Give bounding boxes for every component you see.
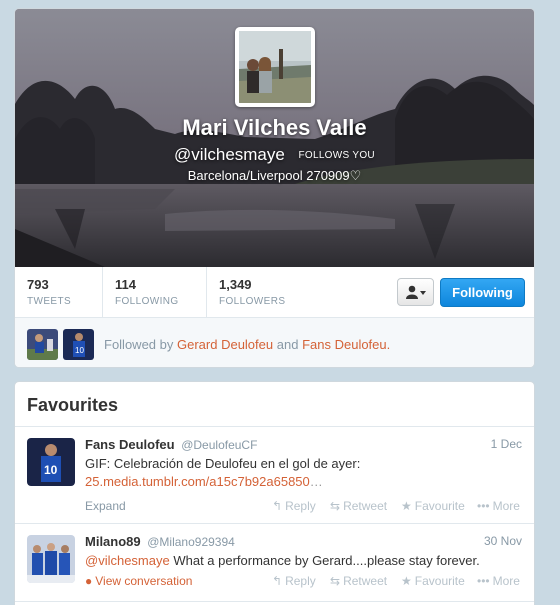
favourite-label: Favourite — [414, 574, 465, 588]
favourite-action[interactable]: ★ Favourite — [401, 574, 465, 588]
tweet-timestamp[interactable]: 1 Dec — [491, 437, 522, 451]
followed-by-link-fans[interactable]: Fans Deulofeu — [302, 337, 387, 352]
reply-action[interactable]: ↰ Reply — [272, 499, 316, 513]
stat-followers-count: 1,349 — [219, 277, 252, 292]
tweet-author-name[interactable]: Milano89 — [85, 534, 141, 549]
profile-avatar[interactable] — [235, 27, 315, 107]
more-action[interactable]: ••• More — [477, 499, 520, 513]
favourites-card: Favourites 10 Fans Deulofeu @DeulofeuCF … — [14, 381, 535, 605]
followed-by-conjunction: and — [276, 337, 299, 352]
retweet-icon: ⇆ — [330, 499, 341, 513]
tweet-mention[interactable]: @vilchesmaye — [85, 553, 170, 568]
reply-icon: ↰ — [272, 574, 283, 588]
screen-name: @vilchesmaye — [174, 145, 285, 164]
user-dropdown-icon — [406, 285, 426, 299]
stat-followers-label: FOLLOWERS — [219, 296, 286, 307]
favourites-title: Favourites — [15, 382, 534, 427]
more-action[interactable]: ••• More — [477, 574, 520, 588]
tweet-header: Fans Deulofeu @DeulofeuCF 1 Dec — [85, 437, 522, 455]
stat-following[interactable]: 114 FOLLOWING — [103, 267, 207, 318]
retweet-action[interactable]: ⇆ Retweet — [330, 499, 387, 513]
stat-following-label: FOLLOWING — [115, 296, 179, 307]
follower-avatar-gerard[interactable] — [27, 329, 58, 360]
favourite-label: Favourite — [414, 499, 465, 513]
star-icon: ★ — [401, 574, 412, 588]
tweet-author-handle[interactable]: @Milano929394 — [147, 535, 235, 549]
tweet-avatar[interactable]: 10 — [27, 438, 75, 486]
profile-name: Mari Vilches Valle — [182, 115, 367, 140]
stat-tweets[interactable]: 793 TWEETS — [15, 267, 103, 318]
tweet-body: Milano89 @Milano929394 30 Nov @vilchesma… — [85, 534, 522, 588]
tweet-timestamp[interactable]: 30 Nov — [484, 534, 522, 548]
stat-tweets-count: 793 — [27, 277, 49, 292]
tweet-text-content: GIF: Celebración de Deulofeu en el gol d… — [85, 456, 361, 471]
view-conversation-label: View conversation — [95, 574, 193, 588]
favourite-action[interactable]: ★ Favourite — [401, 499, 465, 513]
profile-card: Mari Vilches Valle @vilchesmaye FOLLOWS … — [14, 8, 535, 368]
stat-following-count: 114 — [115, 277, 136, 292]
tweet-avatar[interactable] — [27, 535, 75, 583]
svg-text:10: 10 — [44, 463, 58, 477]
followed-by-section: 10 Followed by Gerard Deulofeu and Fans … — [15, 318, 534, 367]
tweet-author-name[interactable]: Fans Deulofeu — [85, 437, 175, 452]
follower-avatar-fans[interactable]: 10 — [63, 329, 94, 360]
follows-you-badge: FOLLOWS YOU — [298, 150, 375, 161]
user-actions-dropdown[interactable] — [397, 278, 434, 306]
following-button[interactable]: Following — [440, 278, 525, 307]
tweet-actions: Expand ↰ Reply ⇆ Retweet ★ Favourite ••• Mor… — [85, 499, 522, 515]
more-label: More — [492, 574, 520, 588]
retweet-label: Retweet — [343, 499, 388, 513]
tweet-author-handle[interactable]: @DeulofeuCF — [181, 438, 257, 452]
retweet-icon: ⇆ — [330, 574, 341, 588]
followed-by-prefix: Followed by — [104, 337, 174, 352]
svg-text:10: 10 — [75, 346, 84, 355]
tweet-link-ellipsis: … — [309, 474, 323, 489]
followed-by-link-gerard[interactable]: Gerard Deulofeu — [177, 337, 273, 352]
tweet-header: Milano89 @Milano929394 30 Nov — [85, 534, 522, 552]
reply-icon: ↰ — [272, 499, 283, 513]
more-dots-icon: ••• — [477, 499, 490, 513]
tweet-link[interactable]: 25.media.tumblr.com/a15c7b92a65850 — [85, 474, 310, 489]
more-label: More — [492, 499, 520, 513]
reply-label: Reply — [285, 574, 316, 588]
reply-action[interactable]: ↰ Reply — [272, 574, 316, 588]
tweet-actions: ● View conversation ↰ Reply ⇆ Retweet ★ Favo… — [85, 574, 522, 590]
profile-stats-bar: 793 TWEETS 114 FOLLOWING 1,349 FOLLOWERS… — [15, 267, 534, 318]
tweet-item[interactable]: Milano89 @Milano929394 30 Nov @vilchesma… — [15, 524, 534, 602]
tweet-text: GIF: Celebración de Deulofeu en el gol d… — [85, 455, 522, 491]
tweet-text-content: What a performance by Gerard....please s… — [169, 553, 480, 568]
stat-followers[interactable]: 1,349 FOLLOWERS — [207, 267, 317, 318]
followed-by-text: Followed by Gerard Deulofeu and Fans Deu… — [104, 337, 390, 352]
retweet-label: Retweet — [343, 574, 388, 588]
stat-tweets-label: TWEETS — [27, 296, 72, 307]
profile-bio: Barcelona/Liverpool 270909♡ — [187, 168, 362, 183]
reply-label: Reply — [285, 499, 316, 513]
view-conversation-link[interactable]: ● View conversation — [85, 574, 192, 588]
star-icon: ★ — [401, 499, 412, 513]
screen-name-row: @vilchesmaye FOLLOWS YOU — [15, 145, 534, 165]
conversation-bubble-icon: ● — [85, 574, 93, 588]
expand-link[interactable]: Expand — [85, 499, 126, 513]
tweet-body: Fans Deulofeu @DeulofeuCF 1 Dec GIF: Cel… — [85, 437, 522, 513]
followed-by-suffix: . — [386, 337, 391, 352]
more-dots-icon: ••• — [477, 574, 490, 588]
tweet-item[interactable]: 10 Fans Deulofeu @DeulofeuCF 1 Dec GIF: … — [15, 427, 534, 524]
tweet-text: @vilchesmaye What a performance by Gerar… — [85, 552, 522, 570]
retweet-action[interactable]: ⇆ Retweet — [330, 574, 387, 588]
profile-header-cover: Mari Vilches Valle @vilchesmaye FOLLOWS … — [15, 9, 534, 267]
